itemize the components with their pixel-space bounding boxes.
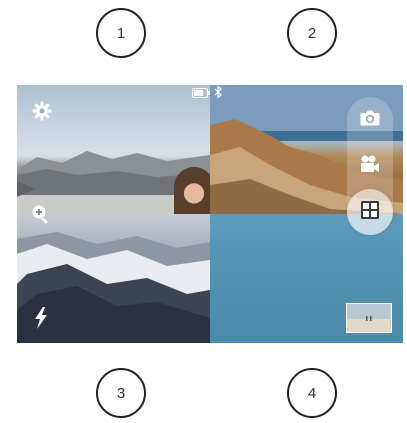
photo-mode-button[interactable] (347, 97, 393, 143)
flash-icon[interactable] (30, 307, 52, 329)
battery-icon (192, 85, 210, 103)
camera-viewfinder[interactable] (17, 85, 403, 343)
video-mode-button[interactable] (347, 143, 393, 189)
thumbnail-image (347, 304, 390, 331)
bluetooth-icon (214, 85, 222, 103)
step-marker-1: 1 (96, 8, 146, 58)
step-marker-2: 2 (287, 8, 337, 58)
gallery-thumbnail[interactable] (346, 303, 392, 333)
step-marker-4: 4 (287, 368, 337, 418)
camera-icon (360, 110, 380, 131)
zoom-in-icon[interactable] (30, 203, 52, 225)
gear-icon[interactable] (31, 100, 53, 122)
step-number: 1 (116, 24, 126, 42)
grid-icon (361, 200, 379, 224)
user-avatar (174, 167, 214, 215)
step-number: 3 (116, 384, 126, 402)
capture-mode-selector (347, 97, 393, 235)
status-bar (192, 85, 222, 103)
step-number: 4 (307, 384, 317, 402)
step-marker-3: 3 (96, 368, 146, 418)
step-number: 2 (307, 24, 317, 42)
grid-mode-button[interactable] (347, 189, 393, 235)
video-camera-icon (360, 155, 380, 178)
